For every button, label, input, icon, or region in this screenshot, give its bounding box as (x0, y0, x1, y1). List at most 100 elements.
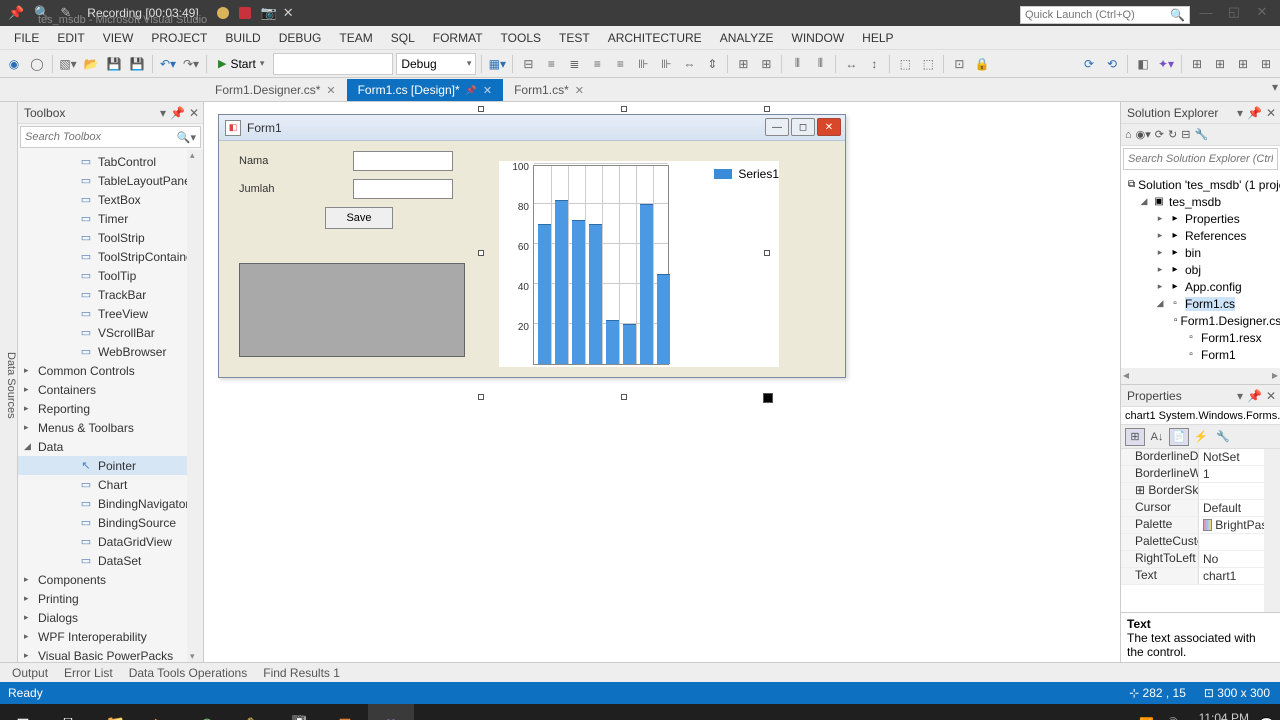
toolbox-item-tablelayoutpanel[interactable]: ▭TableLayoutPanel (18, 171, 203, 190)
bottom-tab-find-results-1[interactable]: Find Results 1 (257, 664, 346, 682)
props-props-icon[interactable]: 📄 (1169, 428, 1189, 446)
explorer-icon[interactable]: 📁 (92, 704, 138, 720)
search-icon[interactable]: 🔍 (1170, 8, 1185, 22)
toolbox-item-chart[interactable]: ▭Chart (18, 475, 203, 494)
panel-pin-icon[interactable]: 📌 (1247, 389, 1262, 403)
solution-node[interactable]: ▸▸References (1121, 227, 1280, 244)
close-tab-icon[interactable]: ✕ (326, 84, 335, 97)
solution-node[interactable]: ▫Form1.resx (1121, 329, 1280, 346)
solution-node[interactable]: ▸▸App.config (1121, 278, 1280, 295)
form-maximize-icon[interactable]: ◻ (791, 118, 815, 136)
datagridview[interactable] (239, 263, 465, 357)
save-icon[interactable]: 💾 (104, 54, 124, 74)
menu-build[interactable]: BUILD (217, 28, 268, 48)
undo-icon[interactable]: ↶▾ (158, 54, 178, 74)
align-icon[interactable]: ⊟ (518, 54, 538, 74)
solution-node[interactable]: ▸▸obj (1121, 261, 1280, 278)
toolbox-item-bindingnavigator[interactable]: ▭BindingNavigator (18, 494, 203, 513)
redo-icon[interactable]: ↷▾ (181, 54, 201, 74)
props-pages-icon[interactable]: 🔧 (1213, 428, 1233, 446)
resize-handle-active[interactable] (763, 393, 773, 403)
sol-props-icon[interactable]: 🔧 (1194, 128, 1208, 141)
toolbox-group[interactable]: ▸Menus & Toolbars (18, 418, 203, 437)
menu-view[interactable]: VIEW (95, 28, 142, 48)
property-row[interactable]: PaletteCustomColors (1121, 534, 1280, 551)
pin-icon[interactable]: 📌 (466, 85, 477, 96)
menu-architecture[interactable]: ARCHITECTURE (600, 28, 710, 48)
xampp-icon[interactable]: ⊠ (322, 704, 368, 720)
toolbox-item-pointer[interactable]: ↖Pointer (18, 456, 203, 475)
props-categorized-icon[interactable]: ⊞ (1125, 428, 1145, 446)
new-project-icon[interactable]: ▧▾ (58, 54, 78, 74)
window-close-icon[interactable]: ✕ (1248, 2, 1276, 22)
nav-back-icon[interactable]: ◉ (4, 54, 24, 74)
align-left-icon[interactable]: ≡ (541, 54, 561, 74)
app3-icon[interactable]: 📓 (276, 704, 322, 720)
app1-icon[interactable]: ◉ (184, 704, 230, 720)
props-alpha-icon[interactable]: A↓ (1147, 428, 1167, 446)
quick-launch-input[interactable] (1025, 9, 1170, 21)
panel-close-icon[interactable]: ✕ (1266, 106, 1276, 120)
save-all-icon[interactable]: 💾 (127, 54, 147, 74)
sol-home-icon[interactable]: ⌂ (1125, 129, 1132, 141)
panel-close-icon[interactable]: ✕ (1266, 389, 1276, 403)
toolbox-item-toolstripcontainer[interactable]: ▭ToolStripContainer (18, 247, 203, 266)
menu-file[interactable]: FILE (6, 28, 47, 48)
toolbox-item-webbrowser[interactable]: ▭WebBrowser (18, 342, 203, 361)
menu-analyze[interactable]: ANALYZE (712, 28, 782, 48)
size-icon[interactable]: ⊞ (733, 54, 753, 74)
tab-order-icon[interactable]: ⊡ (949, 54, 969, 74)
nav-fwd-icon[interactable]: ◯ (27, 54, 47, 74)
rec-pin-icon[interactable]: 📌 (8, 5, 24, 21)
align-mid-icon[interactable]: ⊪ (633, 54, 653, 74)
toolbox-item-tooltip[interactable]: ▭ToolTip (18, 266, 203, 285)
resize-handle[interactable] (764, 106, 770, 112)
size2-icon[interactable]: ⊞ (756, 54, 776, 74)
resize-handle[interactable] (621, 106, 627, 112)
toolbox-group[interactable]: ▸Dialogs (18, 608, 203, 627)
dbg5-icon[interactable]: ⊞ (1233, 54, 1253, 74)
resize-handle[interactable] (621, 394, 627, 400)
menu-window[interactable]: WINDOW (784, 28, 853, 48)
toolbox-item-textbox[interactable]: ▭TextBox (18, 190, 203, 209)
menu-help[interactable]: HELP (854, 28, 901, 48)
resize-handle[interactable] (478, 106, 484, 112)
panel-dropdown-icon[interactable]: ▾ (160, 106, 166, 120)
properties-object[interactable]: chart1 System.Windows.Forms.DataVisualiz… (1121, 407, 1280, 425)
solution-node[interactable]: ▫Form1 (1121, 346, 1280, 363)
solution-node[interactable]: ◢▣tes_msdb (1121, 193, 1280, 210)
sol-back-icon[interactable]: ◉▾ (1136, 128, 1151, 141)
send-back-icon[interactable]: ⬚ (918, 54, 938, 74)
align-grid-icon[interactable]: ▦▾ (487, 54, 507, 74)
panel-close-icon[interactable]: ✕ (189, 106, 199, 120)
resize-handle[interactable] (764, 250, 770, 256)
media-icon[interactable]: ▶ (138, 704, 184, 720)
toolbox-item-datagridview[interactable]: ▭DataGridView (18, 532, 203, 551)
app2-icon[interactable]: ✎ (230, 704, 276, 720)
taskview-icon[interactable]: ⧉ (46, 704, 92, 720)
close-tab-icon[interactable]: ✕ (575, 84, 584, 97)
resize-handle[interactable] (478, 394, 484, 400)
step-icon[interactable]: ⟳ (1079, 54, 1099, 74)
dbg2-icon[interactable]: ✦▾ (1156, 54, 1176, 74)
rec-camera-button[interactable]: 📷 (261, 7, 273, 19)
toolbox-group[interactable]: ▸Reporting (18, 399, 203, 418)
toolbox-group[interactable]: ▸Visual Basic PowerPacks (18, 646, 203, 662)
props-events-icon[interactable]: ⚡ (1191, 428, 1211, 446)
property-row[interactable]: CursorDefault (1121, 500, 1280, 517)
window-restore-icon[interactable]: ◱ (1220, 2, 1248, 22)
input-nama[interactable] (353, 151, 453, 171)
dbg3-icon[interactable]: ⊞ (1187, 54, 1207, 74)
sol-collapse-icon[interactable]: ⊟ (1181, 128, 1190, 141)
sol-sync-icon[interactable]: ⟳ (1155, 128, 1164, 141)
toolbox-group[interactable]: ▸Printing (18, 589, 203, 608)
open-icon[interactable]: 📂 (81, 54, 101, 74)
align-bot-icon[interactable]: ⊪ (656, 54, 676, 74)
tab-form1-cs--design--[interactable]: Form1.cs [Design]*📌✕ (347, 79, 503, 101)
menu-format[interactable]: FORMAT (425, 28, 491, 48)
solution-node[interactable]: ◢▫Form1.cs (1121, 295, 1280, 312)
dbg4-icon[interactable]: ⊞ (1210, 54, 1230, 74)
solution-node[interactable]: ▫Form1.Designer.cs (1121, 312, 1280, 329)
rec-close-button[interactable]: ✕ (283, 7, 295, 19)
toolbox-group-data[interactable]: ◢Data (18, 437, 203, 456)
